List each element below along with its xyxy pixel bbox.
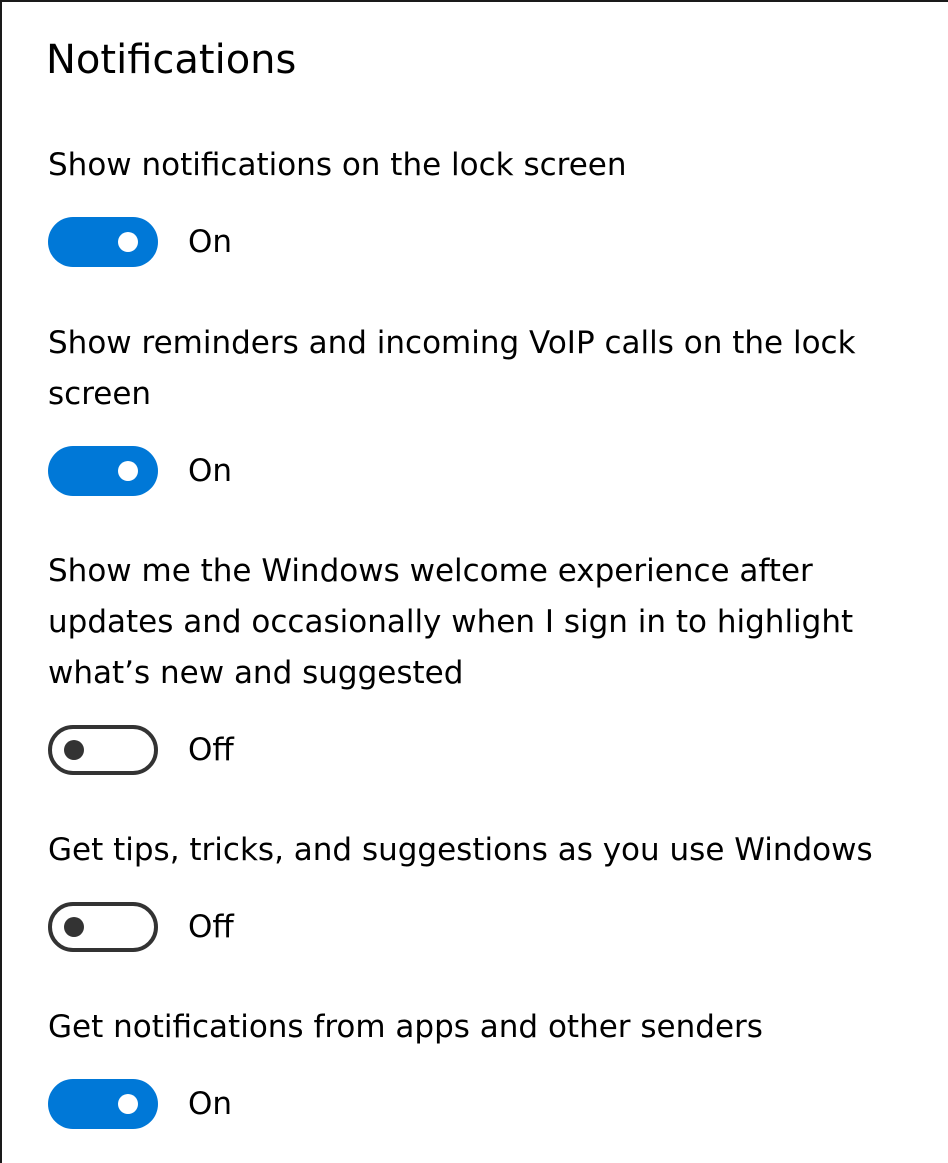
toggle-row[interactable]: Off [48, 725, 928, 775]
toggle-state-label: Off [188, 732, 234, 768]
toggle-knob [118, 461, 138, 481]
reminders-voip-toggle[interactable] [48, 446, 158, 496]
setting-app-notifications: Get notifications from apps and other se… [48, 1002, 928, 1129]
toggle-state-label: On [188, 453, 233, 489]
toggle-knob [64, 917, 84, 937]
app-notifications-toggle[interactable] [48, 1079, 158, 1129]
toggle-state-label: On [188, 1086, 233, 1122]
toggle-knob [118, 232, 138, 252]
toggle-row[interactable]: Off [48, 902, 928, 952]
setting-tips-tricks: Get tips, tricks, and suggestions as you… [48, 825, 928, 952]
tips-tricks-toggle[interactable] [48, 902, 158, 952]
toggle-knob [118, 1094, 138, 1114]
notifications-panel: Notifications Show notifications on the … [0, 0, 948, 1163]
page-title: Notifications [46, 37, 297, 83]
setting-lock-screen-notifications: Show notifications on the lock screen On [48, 140, 928, 267]
setting-welcome-experience: Show me the Windows welcome experience a… [48, 546, 928, 775]
setting-label: Show notifications on the lock screen [48, 147, 627, 183]
setting-reminders-voip: Show reminders and incoming VoIP calls o… [48, 318, 928, 496]
toggle-row[interactable]: On [48, 446, 928, 496]
toggle-row[interactable]: On [48, 1079, 928, 1129]
toggle-row[interactable]: On [48, 217, 928, 267]
setting-label: Show reminders and incoming VoIP calls o… [48, 325, 856, 412]
toggle-knob [64, 740, 84, 760]
lock-screen-notifications-toggle[interactable] [48, 217, 158, 267]
setting-label: Show me the Windows welcome experience a… [48, 553, 854, 691]
toggle-state-label: Off [188, 909, 234, 945]
welcome-experience-toggle[interactable] [48, 725, 158, 775]
toggle-state-label: On [188, 224, 233, 260]
setting-label: Get tips, tricks, and suggestions as you… [48, 832, 873, 868]
setting-label: Get notifications from apps and other se… [48, 1009, 763, 1045]
